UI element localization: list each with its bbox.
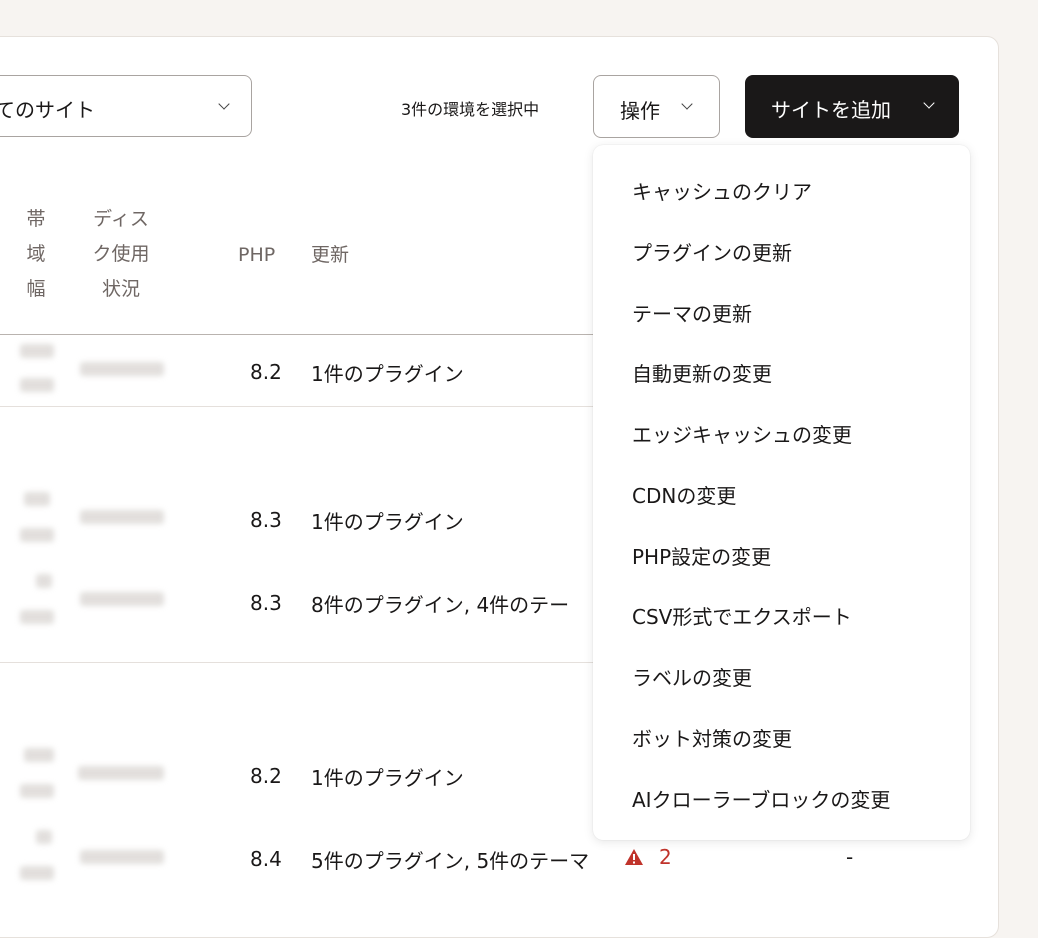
php-version: 8.2: [250, 360, 282, 384]
header-line: ク使用: [92, 243, 150, 265]
blurred-disk-usage: [80, 510, 164, 524]
column-header-php[interactable]: PHP: [238, 238, 275, 273]
warning-count[interactable]: 2: [659, 845, 672, 869]
blurred-bandwidth: [20, 784, 54, 798]
php-version: 8.3: [250, 591, 282, 615]
menu-item-export-csv[interactable]: CSV形式でエクスポート: [632, 601, 852, 630]
updates-link[interactable]: 1件のプラグイン: [311, 762, 464, 791]
blurred-disk-usage: [80, 362, 164, 376]
blurred-disk-usage: [78, 766, 164, 780]
blurred-bandwidth: [24, 492, 50, 506]
menu-item-clear-cache[interactable]: キャッシュのクリア: [632, 176, 812, 205]
row-group-divider: [0, 406, 600, 407]
header-line: 域: [26, 243, 46, 265]
blurred-bandwidth: [36, 574, 52, 588]
column-header-bandwidth[interactable]: 帯 域 幅: [22, 202, 50, 307]
blurred-bandwidth: [20, 610, 54, 624]
add-site-button[interactable]: サイトを追加: [745, 75, 959, 138]
blurred-bandwidth: [20, 344, 54, 358]
row-group-divider: [0, 662, 600, 663]
operations-label: 操作: [620, 99, 660, 123]
blurred-bandwidth: [20, 866, 54, 880]
updates-link[interactable]: 5件のプラグイン, 5件のテーマ: [311, 845, 589, 874]
updates-link[interactable]: 1件のプラグイン: [311, 506, 464, 535]
menu-item-edge-cache[interactable]: エッジキャッシュの変更: [632, 419, 852, 448]
php-version: 8.4: [250, 847, 282, 871]
chevron-down-icon: [218, 98, 230, 110]
php-version: 8.3: [250, 508, 282, 532]
menu-item-ai-crawler-block[interactable]: AIクローラーブロックの変更: [632, 784, 890, 813]
menu-item-cdn[interactable]: CDNの変更: [632, 480, 736, 509]
header-line: 状況: [101, 278, 140, 300]
menu-item-labels[interactable]: ラベルの変更: [632, 662, 752, 691]
operations-menu: キャッシュのクリア プラグインの更新 テーマの更新 自動更新の変更 エッジキャッ…: [593, 145, 970, 840]
menu-item-update-plugins[interactable]: プラグインの更新: [632, 237, 792, 266]
warning-icon: [625, 849, 643, 865]
table-header-divider: [0, 334, 600, 335]
blurred-bandwidth: [20, 378, 54, 392]
chevron-down-icon: [681, 98, 693, 110]
menu-item-php-settings[interactable]: PHP設定の変更: [632, 541, 771, 570]
site-filter-value: てのサイト: [0, 98, 95, 122]
add-site-label: サイトを追加: [771, 98, 891, 122]
site-filter-select[interactable]: てのサイト: [0, 75, 252, 137]
updates-link[interactable]: 8件のプラグイン, 4件のテー: [311, 589, 569, 618]
empty-cell: -: [846, 845, 854, 869]
column-header-disk-usage[interactable]: ディス ク使用 状況: [80, 202, 162, 307]
header-line: 幅: [26, 278, 46, 300]
header-line: ディス: [93, 208, 149, 230]
menu-item-update-themes[interactable]: テーマの更新: [632, 298, 752, 327]
selected-environments-count: 3件の環境を選択中: [401, 100, 540, 119]
header-line: 帯: [26, 208, 46, 230]
blurred-disk-usage: [80, 850, 164, 864]
menu-item-bot-protection[interactable]: ボット対策の変更: [632, 723, 792, 752]
blurred-bandwidth: [36, 830, 52, 844]
php-version: 8.2: [250, 764, 282, 788]
blurred-disk-usage: [80, 592, 164, 606]
blurred-bandwidth: [20, 528, 54, 542]
menu-item-auto-updates[interactable]: 自動更新の変更: [632, 358, 772, 387]
blurred-bandwidth: [24, 748, 54, 762]
updates-link[interactable]: 1件のプラグイン: [311, 358, 464, 387]
chevron-down-icon: [923, 97, 935, 109]
column-header-updates[interactable]: 更新: [311, 238, 349, 273]
operations-button[interactable]: 操作: [593, 75, 720, 138]
